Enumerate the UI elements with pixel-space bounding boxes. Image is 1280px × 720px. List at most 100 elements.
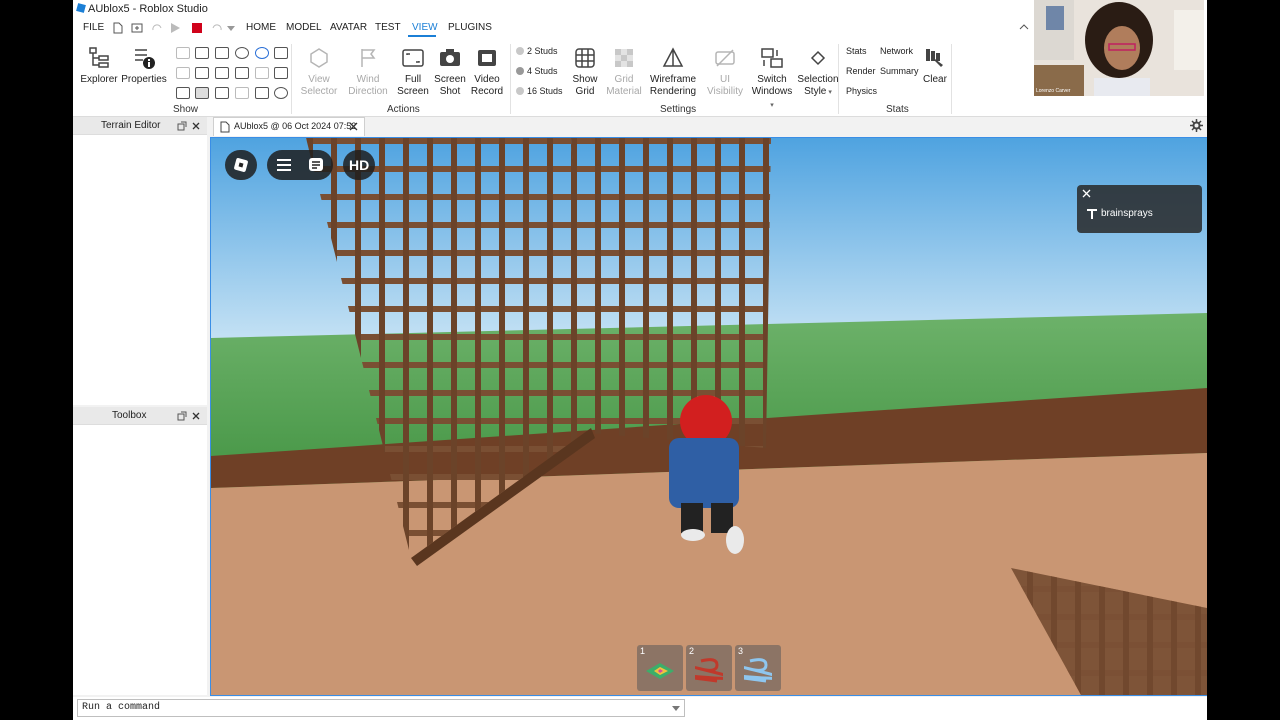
roblox-menu-button[interactable] — [225, 150, 257, 180]
collapse-ribbon-icon[interactable] — [1019, 22, 1029, 32]
show-team-create-icon[interactable] — [274, 47, 288, 59]
hotbar-slot-1[interactable]: 1 — [637, 645, 683, 691]
stats-button[interactable]: Stats — [846, 46, 867, 56]
properties-button[interactable]: Properties — [121, 46, 167, 86]
tab-avatar[interactable]: AVATAR — [330, 22, 367, 33]
show-watch-icon[interactable] — [255, 87, 269, 99]
switch-windows-button[interactable]: Switch Windows ▾ — [751, 46, 793, 112]
show-grid-button[interactable]: Show Grid — [567, 46, 603, 98]
studs-2-option[interactable]: 2 Studs — [516, 46, 558, 56]
clear-broom-icon — [926, 49, 943, 67]
selection-style-label-1: Selection — [797, 74, 839, 85]
hd-button[interactable]: HD — [343, 150, 375, 180]
hamburger-menu-icon[interactable] — [276, 158, 292, 172]
wind-direction-label-1: Wind — [356, 74, 380, 85]
open-file-icon[interactable] — [131, 22, 143, 34]
undock-icon[interactable] — [177, 411, 187, 421]
show-tutorials-icon[interactable] — [176, 67, 190, 79]
new-file-icon[interactable] — [113, 22, 123, 34]
show-command-bar-icon[interactable] — [235, 47, 249, 59]
command-history-dropdown-icon[interactable] — [672, 704, 680, 712]
hotbar-slot-number: 2 — [689, 646, 695, 656]
hotbar-slot-2[interactable]: 2 — [686, 645, 732, 691]
undo-disabled-icon — [212, 24, 222, 31]
view-selector-label-2: Selector — [300, 86, 338, 97]
quick-access-dropdown-icon[interactable] — [227, 24, 235, 32]
view-selector-button[interactable]: View Selector — [299, 46, 339, 98]
show-toolbox-icon[interactable] — [176, 47, 190, 59]
show-asset-manager-icon[interactable] — [195, 47, 209, 59]
roblox-logo-icon — [234, 158, 248, 172]
close-icon[interactable] — [191, 411, 201, 421]
explorer-button[interactable]: Explorer — [79, 46, 119, 86]
radio-selected-icon — [516, 67, 524, 75]
toolbox-panel-body — [73, 425, 207, 695]
studs-16-option[interactable]: 16 Studs — [516, 86, 563, 96]
stop-icon[interactable] — [191, 22, 203, 34]
close-icon[interactable] — [191, 121, 201, 131]
video-record-label-1: Video — [474, 74, 500, 85]
radio-icon — [516, 87, 524, 95]
show-script-analysis-icon[interactable] — [195, 67, 209, 79]
render-button[interactable]: Render — [846, 66, 876, 76]
show-tag-editor-icon[interactable] — [215, 67, 229, 79]
show-find-results-icon[interactable] — [255, 67, 269, 79]
show-game-explorer-icon[interactable] — [235, 67, 249, 79]
terrain-editor-panel-header[interactable]: Terrain Editor — [73, 117, 207, 135]
tab-home[interactable]: HOME — [246, 22, 276, 33]
clear-stats-button[interactable]: Clear — [921, 46, 949, 86]
close-notification-icon[interactable] — [1082, 189, 1091, 198]
ui-visibility-button[interactable]: UI Visibility — [701, 46, 749, 98]
full-screen-button[interactable]: Full Screen — [395, 46, 431, 98]
tab-test[interactable]: TEST — [375, 22, 401, 33]
chat-icon[interactable] — [308, 157, 324, 173]
selection-style-label-2: Style — [804, 86, 827, 97]
summary-button[interactable]: Summary — [880, 66, 919, 76]
wireframe-label-2: Rendering — [649, 86, 697, 97]
network-button[interactable]: Network — [880, 46, 913, 56]
show-context-actions-icon[interactable] — [176, 87, 190, 99]
physics-button[interactable]: Physics — [846, 86, 877, 96]
switch-windows-label-2: Windows — [751, 86, 793, 97]
wireframe-rendering-button[interactable]: Wireframe Rendering — [649, 46, 697, 98]
dropdown-arrow-icon: ▾ — [770, 102, 774, 109]
show-performance-icon[interactable] — [195, 87, 209, 99]
hotbar-slot-number: 3 — [738, 646, 744, 656]
show-history-icon[interactable] — [274, 87, 288, 99]
viewport-settings-gear-icon[interactable] — [1190, 119, 1203, 132]
ui-visibility-icon — [715, 49, 735, 67]
tab-plugins[interactable]: PLUGINS — [448, 22, 492, 33]
video-record-button[interactable]: Video Record — [469, 46, 505, 98]
roblox-studio-window: AUblox5 - Roblox Studio FILE HOME MODEL … — [73, 0, 1207, 720]
show-terrain-editor-icon[interactable] — [274, 67, 288, 79]
screen-shot-label-2: Shot — [439, 86, 461, 97]
show-group-label: Show — [173, 104, 199, 115]
hotbar-slot-3[interactable]: 3 — [735, 645, 781, 691]
wireframe-label-1: Wireframe — [649, 74, 697, 85]
hotbar-slot-number: 1 — [640, 646, 646, 656]
close-tab-icon[interactable] — [349, 122, 358, 131]
command-input[interactable]: Run a command — [77, 699, 685, 717]
grid-material-button[interactable]: Grid Material — [605, 46, 643, 98]
blue-coil-icon — [744, 658, 772, 683]
menu-file[interactable]: FILE — [83, 22, 104, 33]
show-chat-icon[interactable] — [255, 47, 269, 59]
undock-icon[interactable] — [177, 121, 187, 131]
play-icon[interactable] — [169, 22, 181, 34]
command-bar: Run a command — [73, 697, 1207, 720]
show-output-icon[interactable] — [215, 47, 229, 59]
tab-model[interactable]: MODEL — [286, 22, 322, 33]
tab-view[interactable]: VIEW — [412, 22, 438, 33]
stats-group-label: Stats — [886, 104, 909, 115]
toolbox-panel-header[interactable]: Toolbox — [73, 407, 207, 425]
selection-style-button[interactable]: Selection Style ▾ — [797, 46, 839, 99]
show-script-performance-icon[interactable] — [215, 87, 229, 99]
terrain-tool-icon — [646, 663, 674, 679]
full-screen-icon — [402, 49, 424, 67]
show-call-stack-icon[interactable] — [235, 87, 249, 99]
studs-4-option[interactable]: 4 Studs — [516, 66, 558, 76]
document-tab[interactable]: AUblox5 @ 06 Oct 2024 07:52 — [213, 117, 365, 136]
screen-shot-button[interactable]: Screen Shot — [433, 46, 467, 98]
wind-direction-button[interactable]: Wind Direction — [343, 46, 393, 98]
game-viewport[interactable]: HD brainsprays 1 2 3 — [210, 137, 1207, 696]
